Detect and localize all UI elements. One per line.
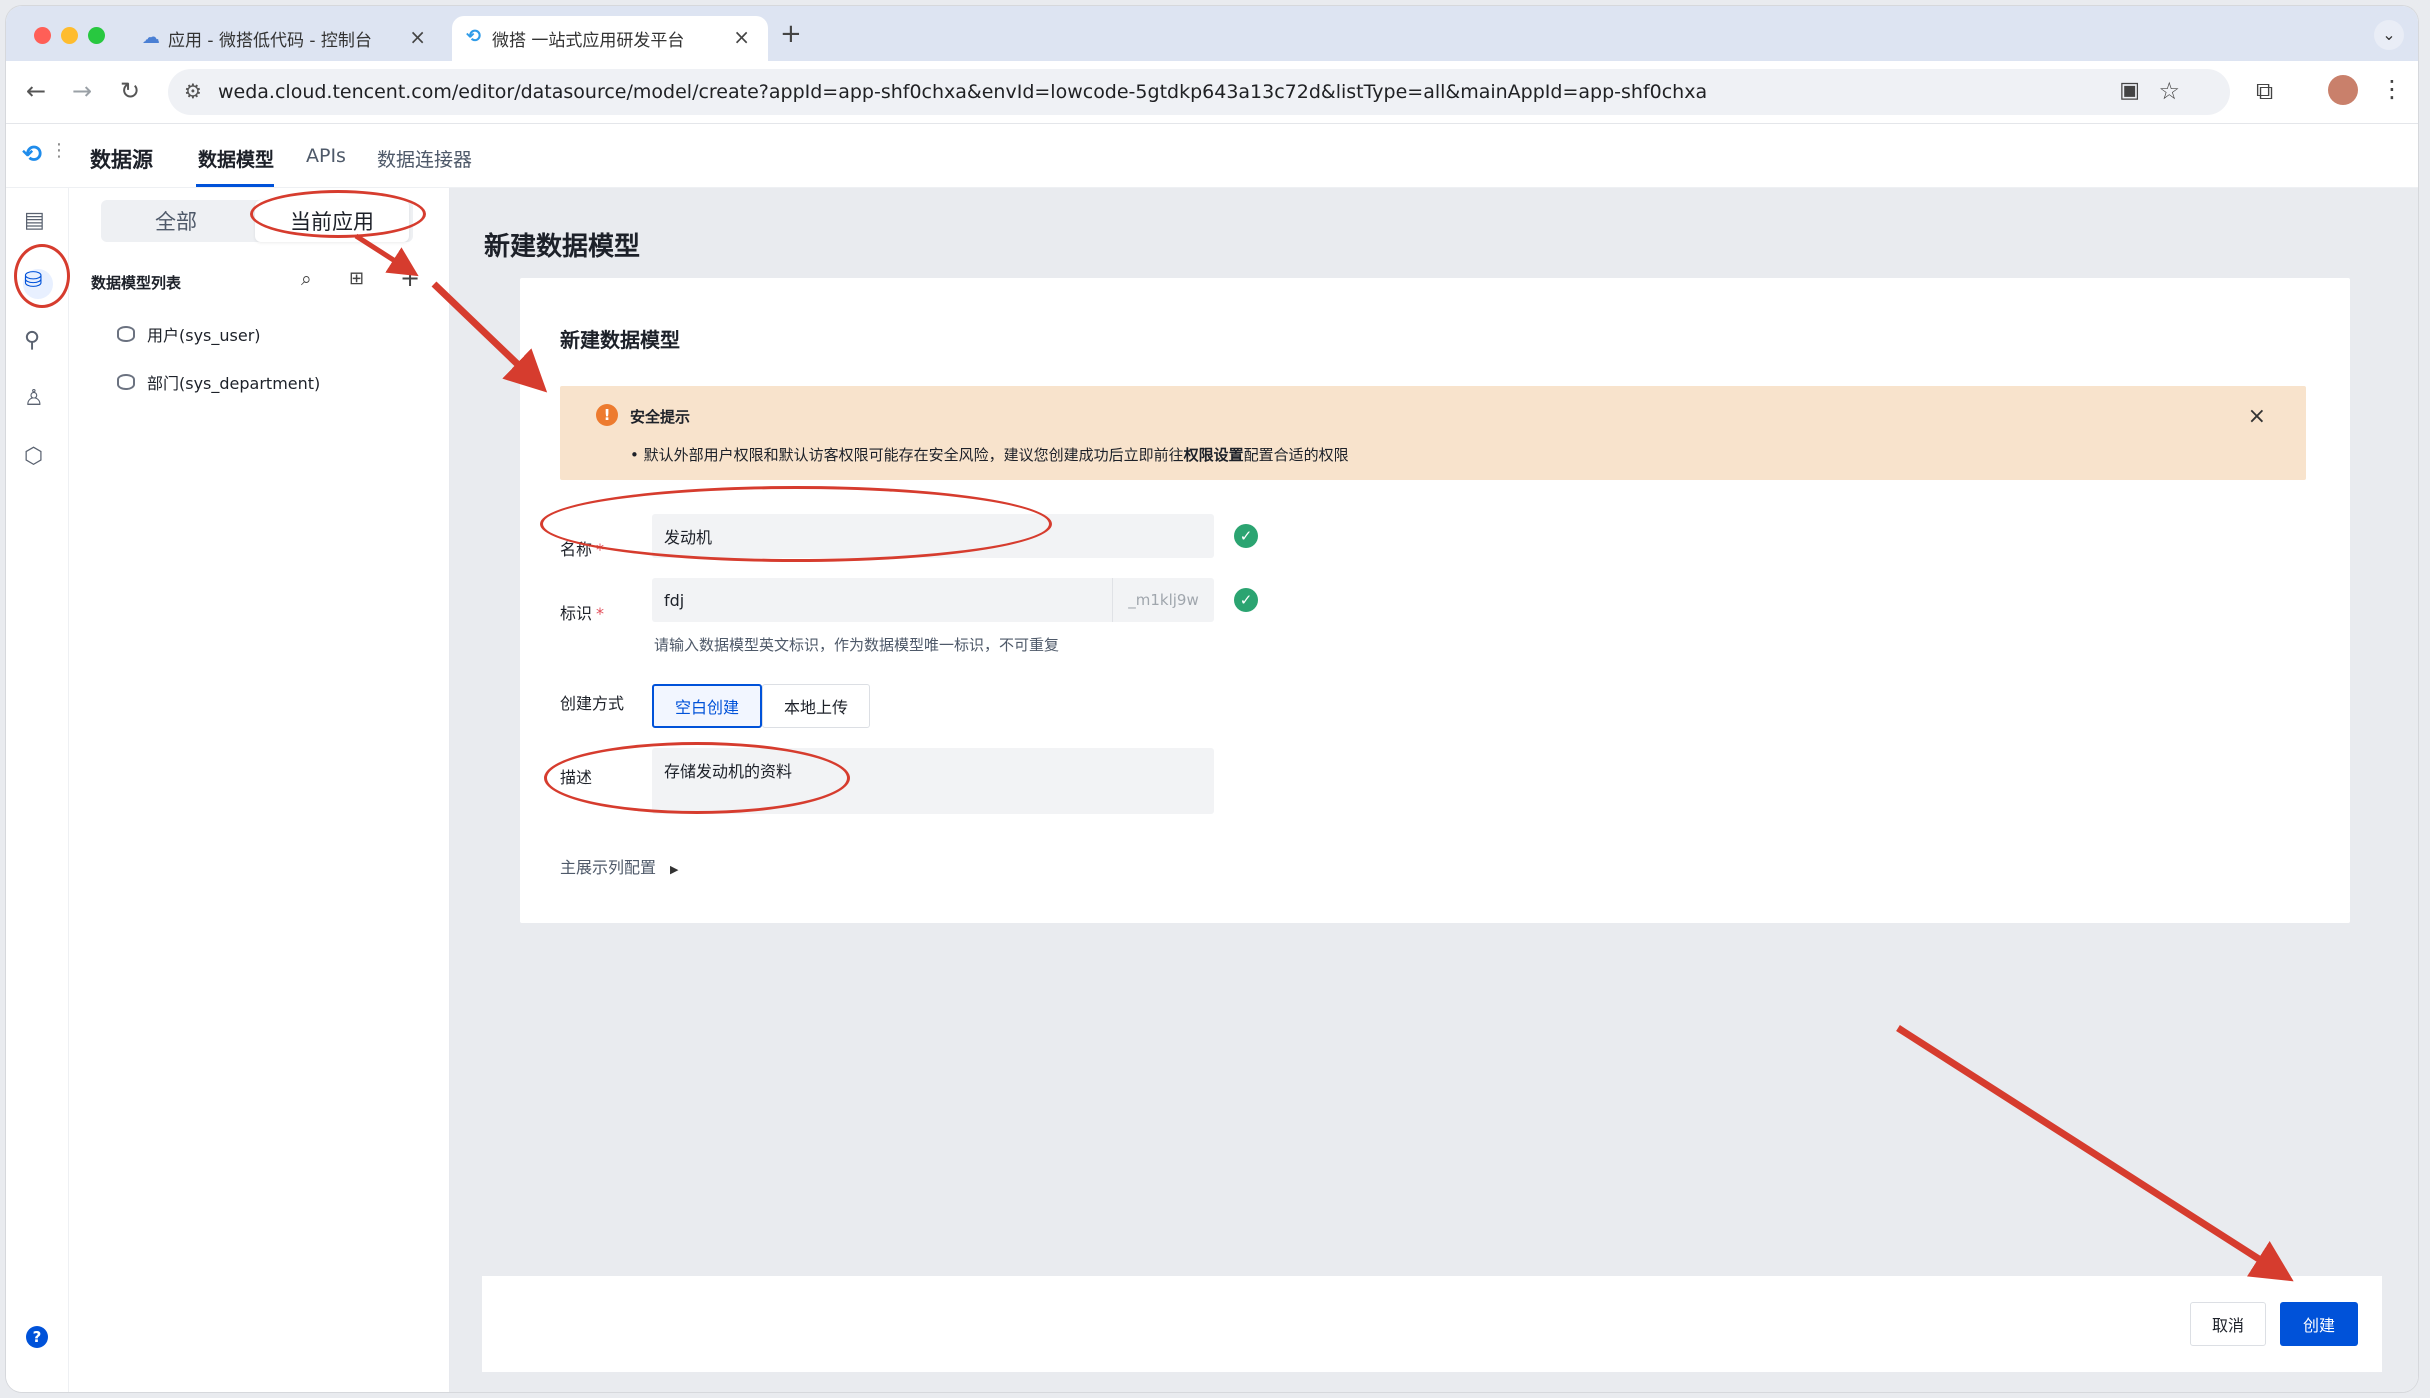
arrow-to-form xyxy=(431,281,548,393)
arrow-to-create-button xyxy=(1896,1025,2294,1282)
arrow-to-add-icon xyxy=(354,233,419,277)
annotation-arrows xyxy=(354,233,2294,1282)
browser-window: ☁ 应用 - 微搭低代码 - 控制台 × ⟲ 微搭 一站式应用研发平台 × + … xyxy=(6,6,2418,1392)
